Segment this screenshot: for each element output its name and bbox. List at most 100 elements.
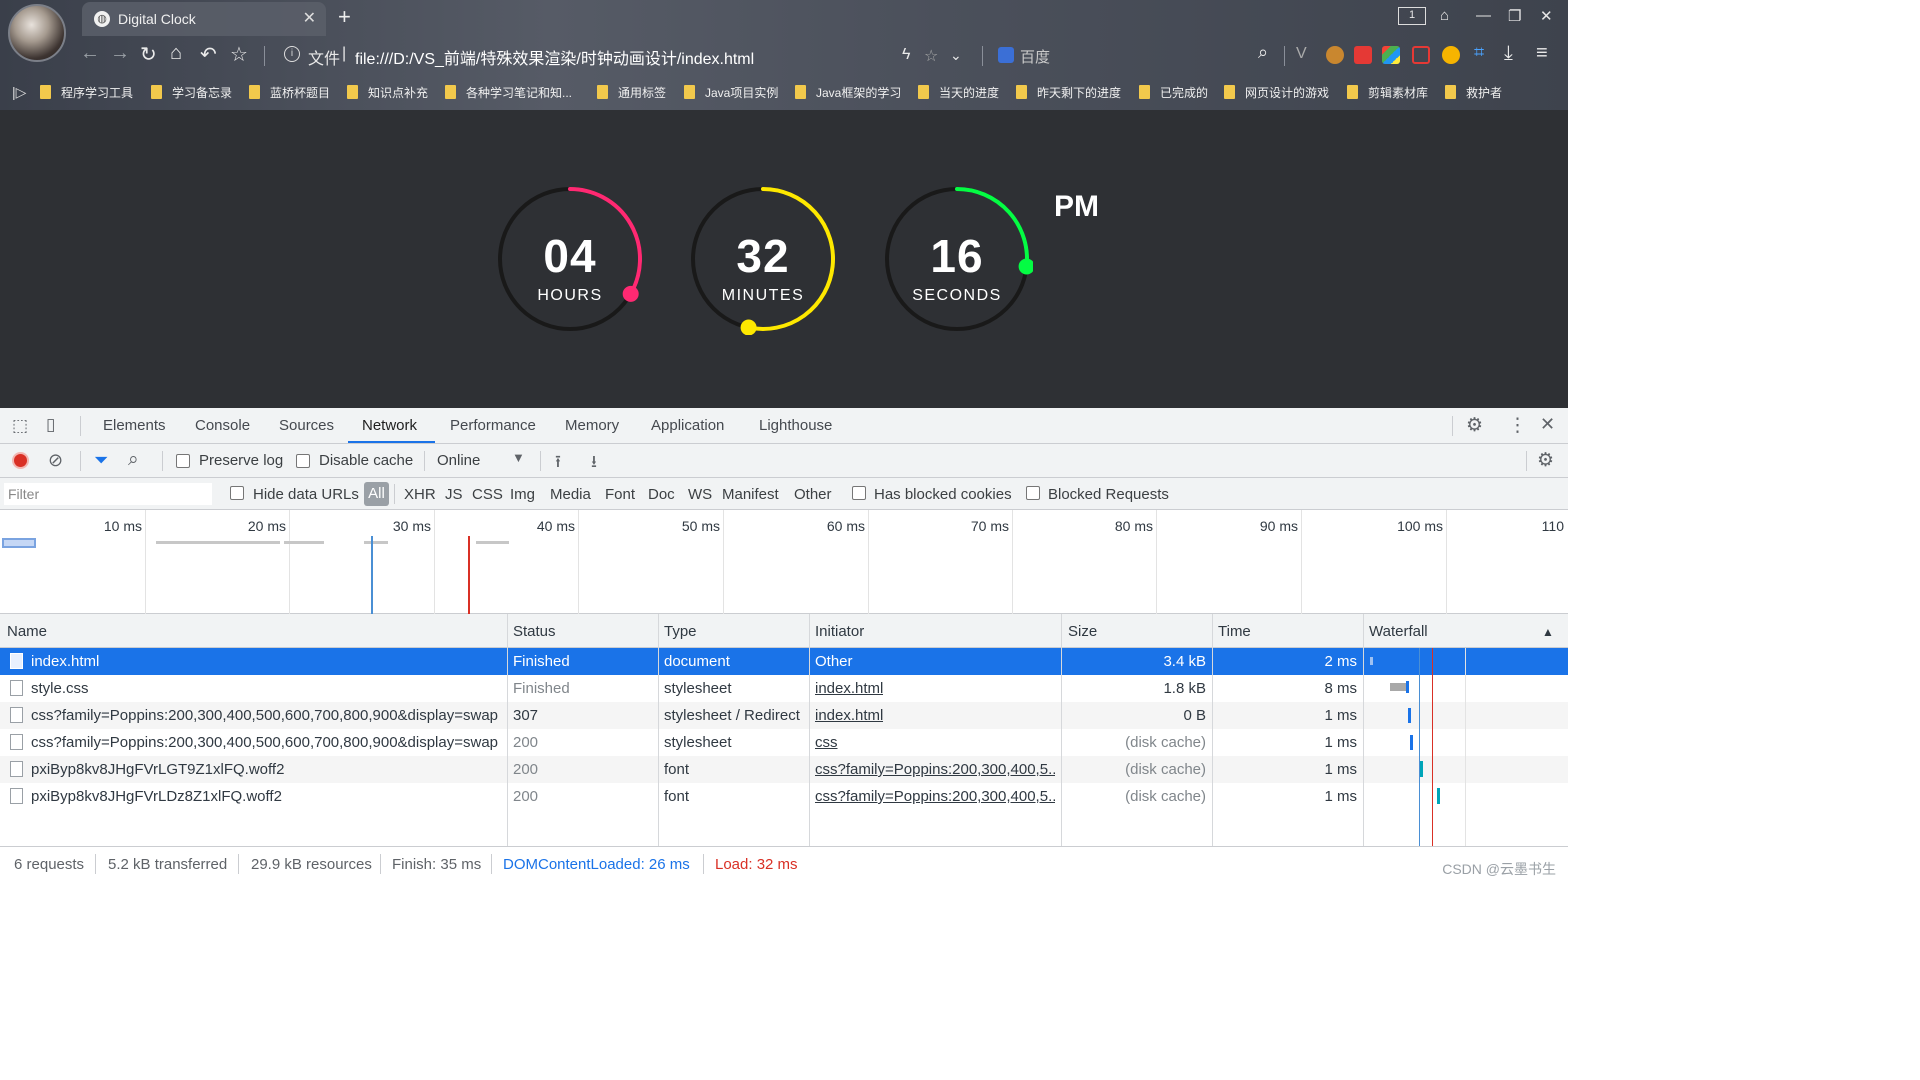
request-name[interactable]: index.html	[31, 653, 501, 670]
more-options-icon[interactable]: ⋮	[1508, 414, 1527, 437]
close-devtools-icon[interactable]: ✕	[1540, 414, 1555, 435]
filter-font[interactable]: Font	[605, 486, 635, 503]
disable-cache-checkbox[interactable]	[296, 454, 310, 468]
device-toolbar-icon[interactable]: ▯	[46, 415, 55, 435]
column-divider[interactable]	[658, 614, 659, 846]
menu-icon[interactable]: ≡	[1536, 42, 1548, 65]
import-har-icon[interactable]: ⭱	[555, 449, 561, 478]
bookmark-folder[interactable]: 救护者	[1445, 84, 1502, 101]
clear-icon[interactable]: ⊘	[48, 450, 63, 471]
column-divider[interactable]	[507, 614, 508, 846]
bookmark-folder[interactable]: 剪辑素材库	[1347, 84, 1428, 101]
request-name[interactable]: css?family=Poppins:200,300,400,500,600,7…	[31, 707, 501, 724]
filter-manifest[interactable]: Manifest	[722, 486, 779, 503]
window-close-icon[interactable]: ✕	[1540, 7, 1553, 25]
request-initiator[interactable]: index.html	[815, 680, 883, 697]
close-tab-icon[interactable]: ✕	[303, 8, 316, 28]
column-header-status[interactable]: Status	[513, 623, 556, 640]
bookmark-folder[interactable]: Java框架的学习	[795, 84, 901, 101]
has-blocked-cookies-checkbox[interactable]	[852, 486, 866, 500]
screenshot-extension-icon[interactable]	[1412, 46, 1430, 64]
restore-icon[interactable]: ❐	[1508, 7, 1521, 25]
tab-sources[interactable]: Sources	[279, 417, 334, 434]
chevron-down-icon[interactable]: ⌄	[950, 47, 962, 64]
bookmark-folder[interactable]: 知识点补充	[347, 84, 428, 101]
v-extension-icon[interactable]: V	[1296, 45, 1307, 63]
cookie-extension-icon[interactable]	[1326, 46, 1344, 64]
info-icon[interactable]: i	[284, 46, 300, 62]
window-count-badge[interactable]: 1	[1398, 7, 1426, 25]
column-header-name[interactable]: Name	[7, 623, 47, 640]
bookmark-folder[interactable]: 昨天剩下的进度	[1016, 84, 1121, 101]
column-header-type[interactable]: Type	[664, 623, 697, 640]
bookmark-folder[interactable]: 已完成的	[1139, 84, 1208, 101]
tab-elements[interactable]: Elements	[103, 417, 166, 434]
request-initiator[interactable]: css?family=Poppins:200,300,400,5...	[815, 788, 1055, 805]
column-header-waterfall[interactable]: Waterfall	[1369, 623, 1428, 640]
filter-xhr[interactable]: XHR	[404, 486, 436, 503]
preserve-log-checkbox[interactable]	[176, 454, 190, 468]
column-divider[interactable]	[1363, 614, 1364, 846]
column-header-initiator[interactable]: Initiator	[815, 623, 864, 640]
export-har-icon[interactable]: ⭳	[591, 449, 597, 478]
lightning-icon[interactable]: ϟ	[902, 46, 910, 64]
bookmark-star-icon[interactable]: ☆	[230, 42, 248, 67]
filter-icon[interactable]: ⏷	[94, 450, 108, 471]
bookmark-folder[interactable]: 蓝桥杯题目	[249, 84, 330, 101]
request-initiator[interactable]: index.html	[815, 707, 883, 724]
shirt-icon[interactable]: ⌂	[1440, 7, 1449, 24]
filter-doc[interactable]: Doc	[648, 486, 675, 503]
bookmark-folder[interactable]: 学习备忘录	[151, 84, 232, 101]
column-divider[interactable]	[1212, 614, 1213, 846]
column-header-time[interactable]: Time	[1218, 623, 1251, 640]
tab-performance[interactable]: Performance	[450, 417, 536, 434]
tab-network[interactable]: Network	[362, 417, 417, 434]
tab-lighthouse[interactable]: Lighthouse	[759, 417, 832, 434]
address-bar[interactable]: file:///D:/VS_前端/特殊效果渲染/时钟动画设计/index.htm…	[355, 45, 754, 69]
undo-icon[interactable]: ↶	[200, 42, 217, 67]
dropdown-arrow-icon[interactable]: ▼	[512, 450, 525, 465]
table-row[interactable]: pxiByp8kv8JHgFVrLDz8Z1xlFQ.woff2 200 fon…	[0, 783, 1568, 810]
moon-extension-icon[interactable]	[1442, 46, 1460, 64]
filter-media[interactable]: Media	[550, 486, 591, 503]
bookmark-folder[interactable]: 网页设计的游戏	[1224, 84, 1329, 101]
minimize-icon[interactable]: —	[1476, 7, 1491, 24]
request-name[interactable]: style.css	[31, 680, 501, 697]
tab-console[interactable]: Console	[195, 417, 250, 434]
inspect-element-icon[interactable]: ⬚	[12, 416, 28, 436]
column-header-size[interactable]: Size	[1068, 623, 1097, 640]
throttling-select[interactable]: Online	[437, 452, 480, 469]
network-overview[interactable]: 10 ms 20 ms 30 ms 40 ms 50 ms 60 ms 70 m…	[0, 510, 1568, 614]
home-icon[interactable]: ⌂	[170, 42, 182, 65]
filter-other[interactable]: Other	[794, 486, 832, 503]
request-initiator[interactable]: css	[815, 734, 838, 751]
new-tab-button[interactable]: +	[338, 4, 351, 30]
favorite-icon[interactable]: ☆	[924, 46, 938, 66]
table-row[interactable]: style.css Finished stylesheet index.html…	[0, 675, 1568, 702]
fe-extension-icon[interactable]	[1354, 46, 1372, 64]
bookmark-folder[interactable]: 当天的进度	[918, 84, 999, 101]
record-icon[interactable]	[12, 452, 29, 469]
request-name[interactable]: pxiByp8kv8JHgFVrLDz8Z1xlFQ.woff2	[31, 788, 501, 805]
table-row[interactable]: index.html Finished document Other 3.4 k…	[0, 648, 1568, 675]
search-engine-label[interactable]: 百度	[1020, 46, 1050, 67]
forward-icon[interactable]: →	[110, 42, 130, 65]
filter-ws[interactable]: WS	[688, 486, 712, 503]
bookmark-folder[interactable]: 程序学习工具	[40, 84, 133, 101]
blocked-requests-checkbox[interactable]	[1026, 486, 1040, 500]
reload-icon[interactable]: ↻	[140, 42, 157, 67]
sort-ascending-icon[interactable]: ▲	[1542, 625, 1554, 639]
filter-input[interactable]: Filter	[4, 483, 212, 505]
crop-icon[interactable]: ⌗	[1474, 42, 1484, 63]
filter-img[interactable]: Img	[510, 486, 535, 503]
table-row[interactable]: css?family=Poppins:200,300,400,500,600,7…	[0, 702, 1568, 729]
filter-js[interactable]: JS	[445, 486, 463, 503]
bookmark-folder[interactable]: 通用标签	[597, 84, 666, 101]
request-initiator[interactable]: css?family=Poppins:200,300,400,5...	[815, 761, 1055, 778]
search-icon[interactable]: ⌕	[1258, 42, 1268, 63]
hide-data-urls-checkbox[interactable]	[230, 486, 244, 500]
settings-gear-icon[interactable]: ⚙	[1466, 414, 1483, 437]
tab-memory[interactable]: Memory	[565, 417, 619, 434]
back-icon[interactable]: ←	[80, 42, 100, 65]
tab-application[interactable]: Application	[651, 417, 724, 434]
